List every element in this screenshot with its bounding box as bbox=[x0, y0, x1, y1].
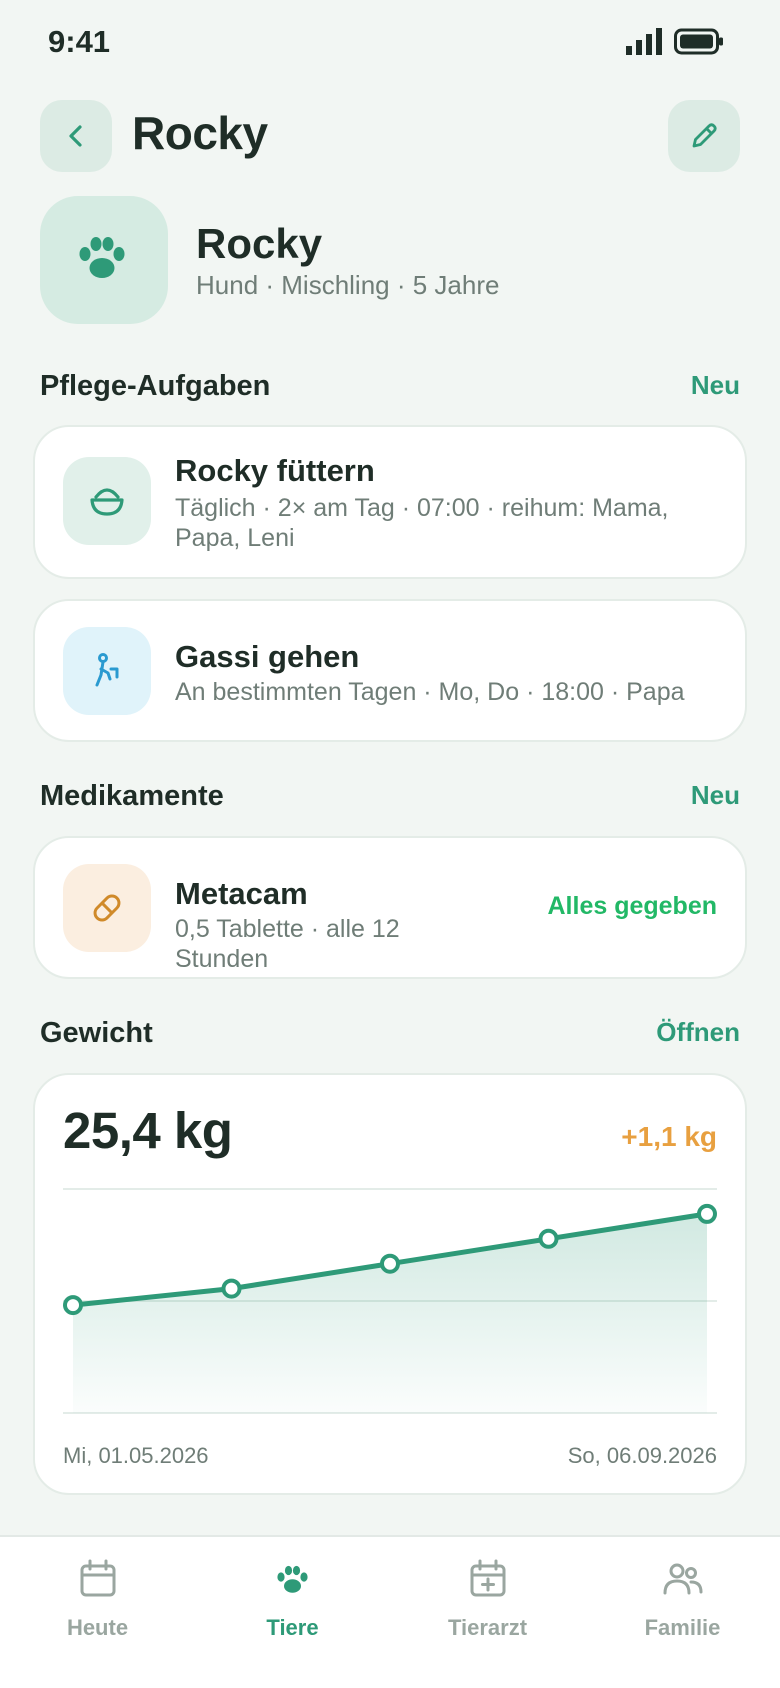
medication-title: Metacam bbox=[175, 876, 308, 911]
weight-open-link[interactable]: Öffnen bbox=[656, 1017, 740, 1048]
header: Rocky bbox=[40, 100, 740, 172]
task-schedule: An bestimmten Tagen · Mo, Do · 18:00 · P… bbox=[175, 678, 685, 706]
care-section-title: Pflege-Aufgaben bbox=[40, 370, 271, 402]
pet-avatar bbox=[40, 196, 168, 324]
chart-data-point bbox=[380, 1253, 400, 1274]
task-icon-container bbox=[63, 457, 151, 545]
task-card-feeding[interactable]: Rocky füttern Täglich · 2× am Tag · 07:0… bbox=[33, 425, 747, 579]
care-new-link[interactable]: Neu bbox=[691, 370, 740, 401]
chart-data-point bbox=[538, 1228, 559, 1249]
food-bowl-icon bbox=[90, 488, 124, 516]
walking-icon bbox=[95, 653, 119, 687]
paw-icon bbox=[276, 1565, 308, 1593]
task-icon-container bbox=[63, 627, 151, 715]
tab-heute[interactable]: Heute bbox=[0, 1537, 195, 1667]
family-icon bbox=[663, 1563, 702, 1595]
tab-tierarzt[interactable]: Tierarzt bbox=[390, 1537, 585, 1667]
medication-icon-container bbox=[63, 864, 151, 952]
weight-section-header: Gewicht Öffnen bbox=[40, 1017, 740, 1057]
task-schedule: Täglich · 2× am Tag · 07:00 · reihum: Ma… bbox=[175, 494, 669, 552]
chart-area bbox=[73, 1213, 707, 1413]
edit-button[interactable] bbox=[668, 100, 740, 172]
chart-data-point bbox=[63, 1295, 83, 1316]
back-button[interactable] bbox=[40, 100, 112, 172]
signal-icon bbox=[626, 28, 662, 55]
chevron-left-icon bbox=[69, 125, 82, 147]
chart-data-point bbox=[697, 1203, 717, 1224]
pill-icon bbox=[93, 894, 121, 922]
tab-tiere[interactable]: Tiere bbox=[195, 1537, 390, 1667]
task-card-walk[interactable]: Gassi gehen An bestimmten Tagen · Mo, Do… bbox=[33, 599, 747, 742]
page-title: Rocky bbox=[132, 107, 268, 159]
weight-card[interactable]: 25,4 kg +1,1 kg Mi, 01.05.2026 So, 06.09… bbox=[33, 1073, 747, 1495]
x-axis-label-end: So, 06.09.2026 bbox=[567, 1443, 717, 1468]
calendar-icon bbox=[80, 1559, 115, 1597]
battery-icon bbox=[674, 28, 723, 55]
vet-calendar-icon bbox=[470, 1559, 505, 1597]
status-bar: 9:41 bbox=[0, 0, 780, 86]
weight-section-title: Gewicht bbox=[40, 1017, 153, 1049]
status-icons bbox=[626, 28, 724, 56]
task-title: Rocky füttern bbox=[175, 453, 375, 488]
medication-section-header: Medikamente Neu bbox=[40, 780, 740, 820]
medication-status: Alles gegeben bbox=[547, 892, 718, 920]
pet-details: Hund · Mischling · 5 Jahre bbox=[196, 270, 500, 300]
status-time: 9:41 bbox=[48, 24, 111, 59]
tab-label: Tierarzt bbox=[447, 1615, 528, 1640]
pencil-icon bbox=[692, 123, 717, 148]
pet-profile: Rocky Hund · Mischling · 5 Jahre bbox=[40, 196, 740, 324]
tab-label: Heute bbox=[66, 1615, 129, 1640]
medication-section-title: Medikamente bbox=[40, 780, 224, 812]
tab-label: Familie bbox=[644, 1615, 721, 1640]
medication-new-link[interactable]: Neu bbox=[691, 780, 740, 811]
medication-card-metacam[interactable]: Metacam 0,5 Tablette · alle 12 Stunden A… bbox=[33, 836, 747, 979]
medication-dosage: 0,5 Tablette · alle 12 Stunden bbox=[175, 915, 400, 973]
tab-familie[interactable]: Familie bbox=[585, 1537, 780, 1667]
pet-name: Rocky bbox=[196, 220, 323, 267]
task-title: Gassi gehen bbox=[175, 639, 360, 674]
weight-chart bbox=[63, 1188, 717, 1414]
care-section-header: Pflege-Aufgaben Neu bbox=[40, 370, 740, 410]
tab-bar: Heute Tiere Tierarzt Familie bbox=[0, 1535, 780, 1688]
tab-label: Tiere bbox=[266, 1615, 319, 1640]
chart-data-point bbox=[221, 1278, 242, 1299]
x-axis-label-start: Mi, 01.05.2026 bbox=[63, 1443, 209, 1468]
paw-icon bbox=[79, 237, 125, 278]
